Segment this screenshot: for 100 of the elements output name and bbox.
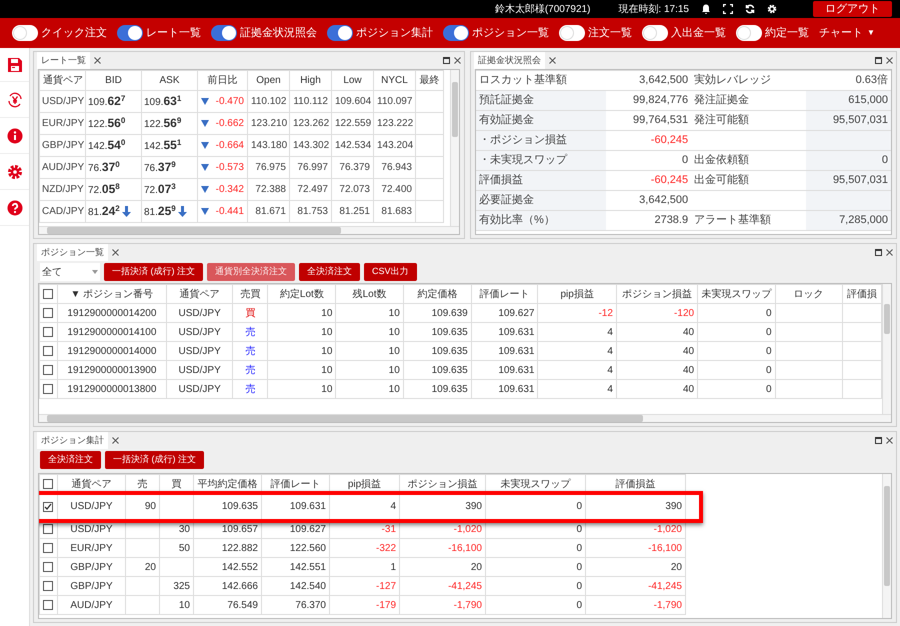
scrollbar[interactable] xyxy=(39,226,459,234)
column-header[interactable]: pip損益 xyxy=(330,474,400,494)
column-header[interactable]: 未実現スワップ xyxy=(698,284,776,304)
checkbox[interactable] xyxy=(43,479,53,489)
panel-toggle[interactable]: 注文一覧 xyxy=(559,24,632,42)
table-cell: 0 xyxy=(486,558,586,576)
column-header[interactable]: High xyxy=(290,70,332,90)
maximize-icon[interactable] xyxy=(443,57,450,64)
help-icon[interactable] xyxy=(6,200,22,216)
close-icon[interactable] xyxy=(886,437,893,444)
maximize-icon[interactable] xyxy=(875,57,882,64)
column-header[interactable]: 約定Lot数 xyxy=(268,284,336,304)
column-header[interactable]: ポジション損益 xyxy=(400,474,486,494)
scrollbar[interactable] xyxy=(882,474,891,618)
column-header[interactable]: 平均約定価格 xyxy=(194,474,262,494)
bell-icon[interactable] xyxy=(701,4,711,14)
table-cell: 122.882 xyxy=(194,538,262,558)
close-icon[interactable] xyxy=(549,57,556,64)
column-header[interactable]: 最終 xyxy=(416,70,444,90)
column-header[interactable]: pip損益 xyxy=(538,284,616,304)
checkbox[interactable] xyxy=(43,581,53,591)
column-header[interactable]: ▼ ポジション番号 xyxy=(57,284,166,304)
ask-price: 142.55$^{1}$ xyxy=(144,138,182,154)
close-icon[interactable] xyxy=(454,57,461,64)
maximize-icon[interactable] xyxy=(875,249,882,256)
logout-button[interactable]: ログアウト xyxy=(813,1,892,17)
checkbox[interactable] xyxy=(43,365,53,375)
panel-toggle[interactable]: 証拠金状況照会 xyxy=(211,24,317,42)
column-header[interactable]: 買 xyxy=(160,474,194,494)
checkbox[interactable] xyxy=(43,502,53,512)
column-header[interactable]: 前日比 xyxy=(198,70,248,90)
close-icon[interactable] xyxy=(886,249,893,256)
column-header[interactable]: 評価レート xyxy=(262,474,330,494)
panel-tab[interactable]: レート一覧 xyxy=(37,52,90,69)
column-header[interactable]: 通貨ペア xyxy=(40,70,86,90)
panel-tab[interactable]: ポジション集計 xyxy=(37,432,108,449)
table-cell: 有効比率（%） xyxy=(476,210,606,230)
scrollbar[interactable] xyxy=(39,414,891,422)
panel-tab[interactable]: 証拠金状況照会 xyxy=(474,52,545,69)
save-icon[interactable] xyxy=(6,56,22,72)
table-cell: 0 xyxy=(698,360,776,380)
filter-dropdown[interactable]: 全て xyxy=(40,263,100,281)
table-cell: 40 xyxy=(616,322,698,342)
column-header[interactable]: 残Lot数 xyxy=(336,284,404,304)
table-cell: 10 xyxy=(160,596,194,614)
action-button[interactable]: 一括決済 (成行) 注文 xyxy=(105,451,204,469)
maximize-icon[interactable] xyxy=(875,437,882,444)
action-button[interactable]: 一括決済 (成行) 注文 xyxy=(104,263,203,281)
checkbox[interactable] xyxy=(43,524,53,534)
table-cell: 40 xyxy=(616,360,698,380)
panel-toggle[interactable]: ポジション一覧 xyxy=(443,24,549,42)
action-button[interactable]: 全決済注文 xyxy=(40,451,101,469)
column-header[interactable]: 売買 xyxy=(232,284,268,304)
column-header[interactable]: 未実現スワップ xyxy=(486,474,586,494)
panel-toggle[interactable]: レート一覧 xyxy=(117,24,201,42)
close-icon[interactable] xyxy=(112,249,119,256)
close-icon[interactable] xyxy=(886,57,893,64)
table-cell: 10 xyxy=(336,322,404,342)
panel-toggle[interactable]: 入出金一覧 xyxy=(642,24,726,42)
column-header[interactable]: BID xyxy=(86,70,142,90)
column-header[interactable]: ASK xyxy=(142,70,198,90)
scrollbar[interactable] xyxy=(882,284,891,414)
checkbox[interactable] xyxy=(43,327,53,337)
fullscreen-icon[interactable] xyxy=(723,4,733,14)
checkbox[interactable] xyxy=(43,384,53,394)
chart-menu[interactable]: チャート ▼ xyxy=(819,24,875,42)
checkbox[interactable] xyxy=(43,543,53,553)
checkbox[interactable] xyxy=(43,346,53,356)
yen-exchange-icon[interactable] xyxy=(6,92,22,108)
column-header[interactable]: 通貨ペア xyxy=(166,284,233,304)
column-header[interactable]: 約定価格 xyxy=(403,284,472,304)
column-header[interactable]: Low xyxy=(332,70,374,90)
column-header[interactable]: 通貨ペア xyxy=(58,474,126,494)
column-header[interactable]: 評価レート xyxy=(471,284,538,304)
close-icon[interactable] xyxy=(94,57,101,64)
ask-price: 109.63$^{1}$ xyxy=(144,94,182,110)
checkbox[interactable] xyxy=(43,308,53,318)
info-icon[interactable] xyxy=(6,128,22,144)
column-header[interactable]: 評価損益 xyxy=(586,474,686,494)
checkbox[interactable] xyxy=(43,562,53,572)
panel-tab[interactable]: ポジション一覧 xyxy=(37,244,108,261)
scrollbar[interactable] xyxy=(450,70,459,226)
column-header[interactable]: Open xyxy=(248,70,290,90)
panel-toggle[interactable]: クイック注文 xyxy=(12,24,107,42)
panel-toggle[interactable]: ポジション集計 xyxy=(327,24,433,42)
column-header[interactable]: NYCL xyxy=(374,70,416,90)
column-header[interactable]: 売 xyxy=(126,474,160,494)
column-header[interactable]: ロック xyxy=(775,284,842,304)
table-cell: 110.112 xyxy=(290,90,332,112)
checkbox[interactable] xyxy=(43,289,53,299)
action-button[interactable]: CSV出力 xyxy=(364,263,417,281)
panel-toggle[interactable]: 約定一覧 xyxy=(736,24,809,42)
action-button[interactable]: 全決済注文 xyxy=(299,263,360,281)
column-header[interactable]: 評価損 xyxy=(842,284,882,304)
refresh-icon[interactable] xyxy=(745,4,755,14)
column-header[interactable]: ポジション損益 xyxy=(616,284,698,304)
table-cell: 76.975 xyxy=(248,156,290,178)
close-icon[interactable] xyxy=(112,437,119,444)
checkbox[interactable] xyxy=(43,600,53,610)
table-cell: 81.683 xyxy=(374,200,416,222)
